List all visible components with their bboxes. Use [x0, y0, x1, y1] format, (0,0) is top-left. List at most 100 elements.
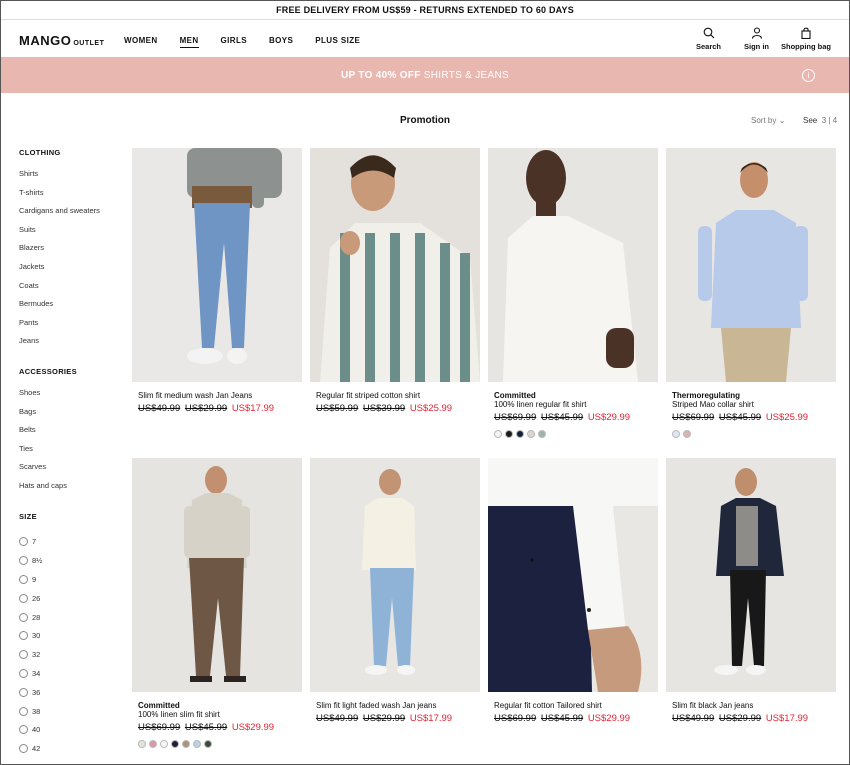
size-option[interactable]: 7 [19, 533, 124, 552]
color-swatch[interactable] [516, 430, 524, 438]
product-image[interactable] [310, 458, 480, 692]
size-option[interactable]: 28 [19, 608, 124, 627]
logo-main: MANGO [19, 33, 72, 48]
product-name[interactable]: 100% linen slim fit shirt [138, 710, 296, 719]
promo-banner[interactable]: UP TO 40% OFF SHIRTS & JEANS i [1, 57, 849, 93]
sidebar-item-coats[interactable]: Coats [19, 281, 124, 300]
radio-button[interactable] [19, 725, 28, 735]
shopping-bag-button[interactable]: Shopping bag [781, 27, 831, 51]
product-image[interactable] [132, 458, 302, 692]
product-name[interactable]: Slim fit black Jan jeans [672, 701, 830, 710]
search-button[interactable]: Search [696, 27, 721, 51]
sidebar-item-tshirts[interactable]: T-shirts [19, 188, 124, 207]
radio-button[interactable] [19, 593, 28, 603]
color-swatch[interactable] [171, 740, 179, 748]
sidebar-item-jackets[interactable]: Jackets [19, 262, 124, 281]
product-image[interactable] [488, 148, 658, 382]
radio-button[interactable] [19, 537, 28, 547]
size-option[interactable]: 26 [19, 589, 124, 608]
sidebar-item-shirts[interactable]: Shirts [19, 169, 124, 188]
radio-button[interactable] [19, 744, 28, 754]
sidebar-item-bermudes[interactable]: Bermudes [19, 299, 124, 318]
sidebar-item-belts[interactable]: Belts [19, 425, 124, 444]
product-card[interactable]: Thermoregulating Striped Mao collar shir… [666, 148, 836, 438]
size-option[interactable]: 9 [19, 570, 124, 589]
product-image[interactable] [132, 148, 302, 382]
radio-button[interactable] [19, 706, 28, 716]
model-photo [666, 148, 836, 382]
color-swatch[interactable] [505, 430, 513, 438]
nav-men[interactable]: MEN [179, 36, 199, 48]
nav-plus-size[interactable]: PLUS SIZE [315, 36, 360, 48]
size-option[interactable]: 38 [19, 702, 124, 721]
color-swatch[interactable] [672, 430, 680, 438]
radio-button[interactable] [19, 556, 28, 566]
radio-button[interactable] [19, 650, 28, 660]
product-prices: US$69.99 US$45.99 US$25.99 [672, 412, 830, 423]
info-icon[interactable]: i [802, 69, 815, 82]
nav-boys[interactable]: BOYS [269, 36, 293, 48]
sidebar-item-shoes[interactable]: Shoes [19, 388, 124, 407]
color-swatch[interactable] [204, 740, 212, 748]
shopping-bag-label: Shopping bag [781, 42, 831, 51]
radio-button[interactable] [19, 574, 28, 584]
size-option[interactable]: 30 [19, 626, 124, 645]
product-card[interactable]: Committed 100% linen slim fit shirt US$6… [132, 458, 302, 748]
sidebar-item-pants[interactable]: Pants [19, 318, 124, 337]
product-card[interactable]: Slim fit light faded wash Jan jeans US$4… [310, 458, 480, 724]
sidebar-item-cardigans[interactable]: Cardigans and sweaters [19, 206, 124, 225]
size-option[interactable]: 32 [19, 645, 124, 664]
model-photo [310, 458, 480, 692]
color-swatch[interactable] [494, 430, 502, 438]
grid-view-selector[interactable]: See 3 | 4 [803, 116, 837, 125]
size-option[interactable]: 8½ [19, 551, 124, 570]
radio-button[interactable] [19, 612, 28, 622]
radio-button[interactable] [19, 687, 28, 697]
product-info: Slim fit black Jan jeans US$49.99 US$29.… [666, 692, 836, 724]
size-option[interactable]: 36 [19, 683, 124, 702]
sidebar-item-bags[interactable]: Bags [19, 407, 124, 426]
size-option[interactable]: 40 [19, 720, 124, 739]
color-swatch[interactable] [527, 430, 535, 438]
logo[interactable]: MANGO OUTLET [19, 33, 104, 48]
signin-button[interactable]: Sign in [744, 27, 769, 51]
nav-girls[interactable]: GIRLS [221, 36, 247, 48]
sort-by-dropdown[interactable]: Sort by ⌄ [751, 116, 785, 125]
color-swatch[interactable] [683, 430, 691, 438]
radio-button[interactable] [19, 631, 28, 641]
sidebar-item-hats[interactable]: Hats and caps [19, 481, 124, 500]
product-image[interactable] [666, 148, 836, 382]
size-option[interactable]: 34 [19, 664, 124, 683]
sidebar-item-scarves[interactable]: Scarves [19, 462, 124, 481]
product-info: Committed 100% linen regular fit shirt U… [488, 382, 658, 438]
product-image[interactable] [310, 148, 480, 382]
product-card[interactable]: Slim fit black Jan jeans US$49.99 US$29.… [666, 458, 836, 724]
color-swatch[interactable] [538, 430, 546, 438]
sidebar-item-jeans[interactable]: Jeans [19, 336, 124, 355]
size-option[interactable]: 42 [19, 739, 124, 758]
sidebar-item-ties[interactable]: Ties [19, 444, 124, 463]
product-name[interactable]: Slim fit light faded wash Jan jeans [316, 701, 474, 710]
sidebar-item-blazers[interactable]: Blazers [19, 243, 124, 262]
product-name[interactable]: Regular fit striped cotton shirt [316, 391, 474, 400]
product-card[interactable]: Regular fit striped cotton shirt US$59.9… [310, 148, 480, 414]
color-swatches [672, 430, 830, 438]
product-name[interactable]: 100% linen regular fit shirt [494, 400, 652, 409]
see-options[interactable]: 3 | 4 [822, 116, 837, 125]
product-image[interactable] [666, 458, 836, 692]
color-swatch[interactable] [149, 740, 157, 748]
product-name[interactable]: Slim fit medium wash Jan Jeans [138, 391, 296, 400]
sidebar-item-suits[interactable]: Suits [19, 225, 124, 244]
color-swatch[interactable] [182, 740, 190, 748]
color-swatch[interactable] [160, 740, 168, 748]
nav-women[interactable]: WOMEN [124, 36, 158, 48]
color-swatch[interactable] [138, 740, 146, 748]
product-card[interactable]: Regular fit cotton Tailored shirt US$69.… [488, 458, 658, 724]
product-card[interactable]: Committed 100% linen regular fit shirt U… [488, 148, 658, 438]
product-card[interactable]: Slim fit medium wash Jan Jeans US$49.99 … [132, 148, 302, 414]
product-name[interactable]: Striped Mao collar shirt [672, 400, 830, 409]
radio-button[interactable] [19, 668, 28, 678]
product-name[interactable]: Regular fit cotton Tailored shirt [494, 701, 652, 710]
color-swatch[interactable] [193, 740, 201, 748]
product-image[interactable] [488, 458, 658, 692]
